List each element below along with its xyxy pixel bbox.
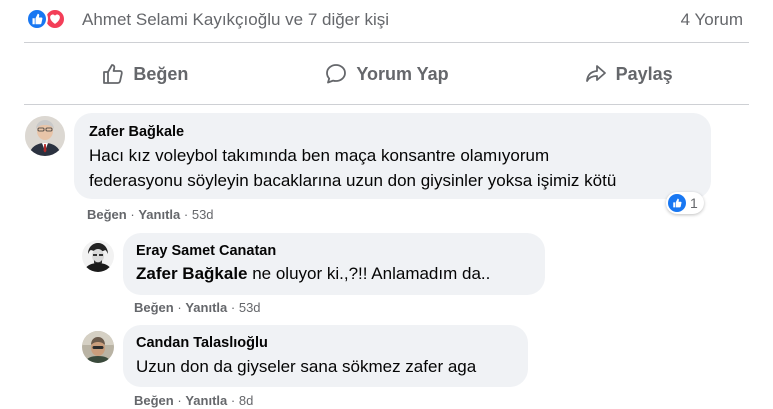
comment-like-link[interactable]: Beğen	[87, 207, 127, 222]
reaction-count: 1	[690, 195, 698, 211]
comment-text-line: federasyonu söyleyin bacaklarına uzun do…	[89, 171, 617, 190]
comment-timestamp[interactable]: 53d	[192, 207, 214, 222]
mention-link[interactable]: Zafer Bağkale	[136, 264, 248, 283]
action-bar: Beğen Yorum Yap Paylaş	[24, 50, 749, 98]
separator: ·	[230, 393, 236, 408]
divider	[24, 104, 749, 105]
separator: ·	[230, 300, 236, 315]
separator: ·	[130, 207, 135, 222]
comment-text: Hacı kız voleybol takımında ben maça kon…	[89, 143, 616, 193]
comment-text-body: ne oluyor ki.,?!! Anlamadım da..	[247, 264, 491, 283]
reactors-text[interactable]: Ahmet Selami Kayıkçıoğlu ve 7 diğer kişi	[82, 10, 389, 30]
thumbs-up-icon	[103, 64, 124, 84]
comment-like-link[interactable]: Beğen	[134, 300, 174, 315]
comment-timestamp[interactable]: 8d	[239, 393, 253, 408]
comment-reply-link[interactable]: Yanıtla	[138, 207, 180, 222]
comment-like-link[interactable]: Beğen	[134, 393, 174, 408]
comment-author[interactable]: Zafer Bağkale	[89, 124, 184, 140]
comment-text-line: Hacı kız voleybol takımında ben maça kon…	[89, 146, 550, 165]
comment-text: Uzun don da giyseler sana sökmez zafer a…	[136, 357, 477, 376]
comment-reply-link[interactable]: Yanıtla	[185, 393, 227, 408]
avatar[interactable]	[25, 116, 65, 156]
comment-button-label: Yorum Yap	[356, 63, 449, 84]
like-icon	[26, 8, 48, 30]
avatar[interactable]	[82, 331, 114, 363]
divider	[24, 42, 749, 43]
comment-button[interactable]: Yorum Yap	[266, 50, 508, 98]
like-button[interactable]: Beğen	[24, 50, 266, 98]
speech-bubble-icon	[326, 64, 347, 84]
comment-meta: Beğen · Yanıtla · 8d	[134, 393, 253, 408]
comment-timestamp[interactable]: 53d	[239, 300, 261, 315]
comment-meta: Beğen · Yanıtla · 53d	[87, 207, 214, 222]
share-arrow-icon	[585, 65, 606, 82]
comment-reply-link[interactable]: Yanıtla	[185, 300, 227, 315]
separator: ·	[183, 207, 189, 222]
comment-count[interactable]: 4 Yorum	[681, 10, 743, 30]
separator: ·	[177, 393, 182, 408]
reaction-summary: Ahmet Selami Kayıkçıoğlu ve 7 diğer kişi…	[0, 0, 773, 42]
comment-reaction-count[interactable]: 1	[666, 192, 704, 214]
comment-author[interactable]: Candan Talaslıoğlu	[136, 335, 268, 351]
separator: ·	[177, 300, 182, 315]
share-button-label: Paylaş	[615, 63, 673, 84]
like-button-label: Beğen	[133, 63, 189, 84]
share-button[interactable]: Paylaş	[507, 50, 749, 98]
comment-meta: Beğen · Yanıtla · 53d	[134, 300, 261, 315]
comment-text: Zafer Bağkale ne oluyor ki.,?!! Anlamadı…	[136, 261, 490, 286]
comment-author[interactable]: Eray Samet Canatan	[136, 243, 276, 259]
like-icon	[668, 194, 686, 212]
reaction-icons[interactable]	[26, 8, 76, 30]
avatar[interactable]	[82, 240, 114, 272]
